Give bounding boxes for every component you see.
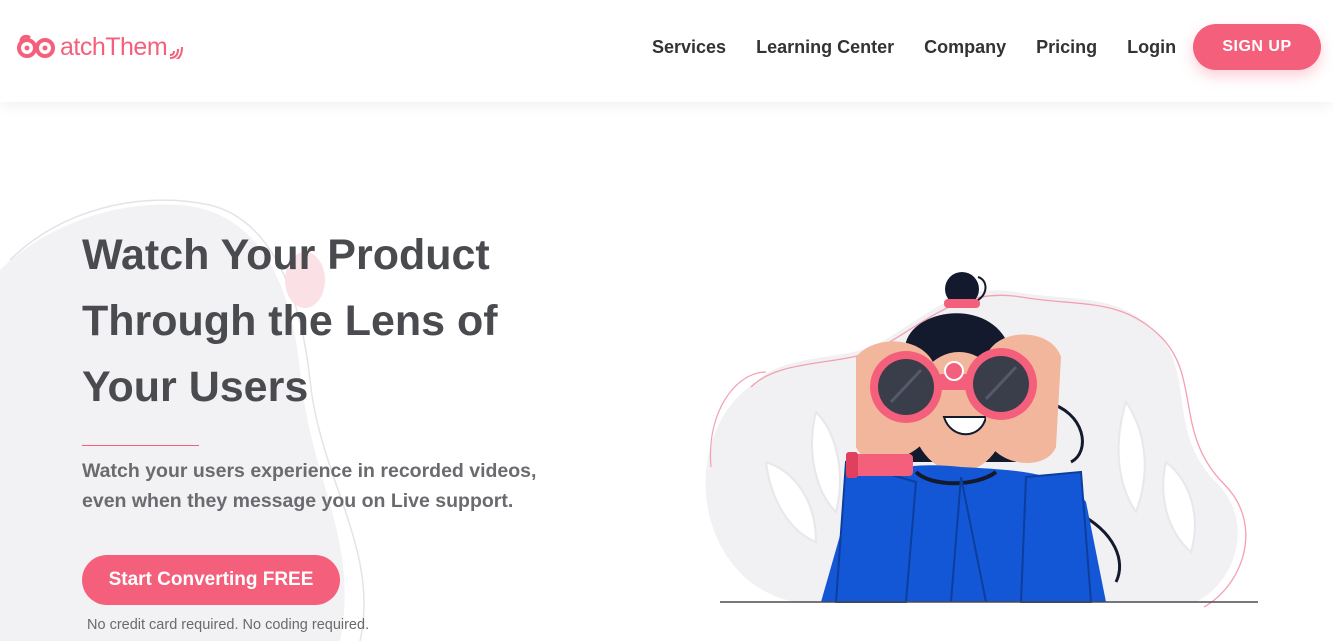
brand-wordmark: atchThem [60, 33, 168, 61]
hero-title: Watch Your Product Through the Lens of Y… [82, 222, 602, 420]
hero-title-line-1: Watch Your Product [82, 231, 490, 279]
signup-note: No credit card required. No coding requi… [87, 617, 370, 633]
nav-services[interactable]: Services [652, 34, 726, 60]
nav-learning-center[interactable]: Learning Center [756, 34, 894, 60]
nav-login[interactable]: Login [1127, 34, 1176, 60]
hero-subtitle-line-2: even when they message you on Live suppo… [82, 490, 514, 512]
main-nav: Services Learning Center Company Pricing… [652, 34, 1206, 60]
binoculars-logo-icon [17, 34, 55, 58]
title-divider [82, 445, 199, 446]
hero-subtitle: Watch your users experience in recorded … [82, 456, 542, 516]
nav-company[interactable]: Company [924, 34, 1006, 60]
start-converting-button[interactable]: Start Converting FREE [82, 555, 340, 605]
hero-subtitle-line-1: Watch your users experience in recorded … [82, 460, 537, 482]
woman-with-binoculars-illustration [705, 272, 1258, 608]
hero-title-line-3: Your Users [82, 363, 309, 411]
brand-logo[interactable]: atchThem [17, 32, 184, 62]
hero-title-line-2: Through the Lens of [82, 297, 498, 345]
site-header: atchThem Services Learning Center Compan… [0, 0, 1333, 102]
nav-pricing[interactable]: Pricing [1036, 34, 1097, 60]
signup-button[interactable]: SIGN UP [1193, 24, 1321, 70]
signal-waves-icon [170, 46, 184, 59]
